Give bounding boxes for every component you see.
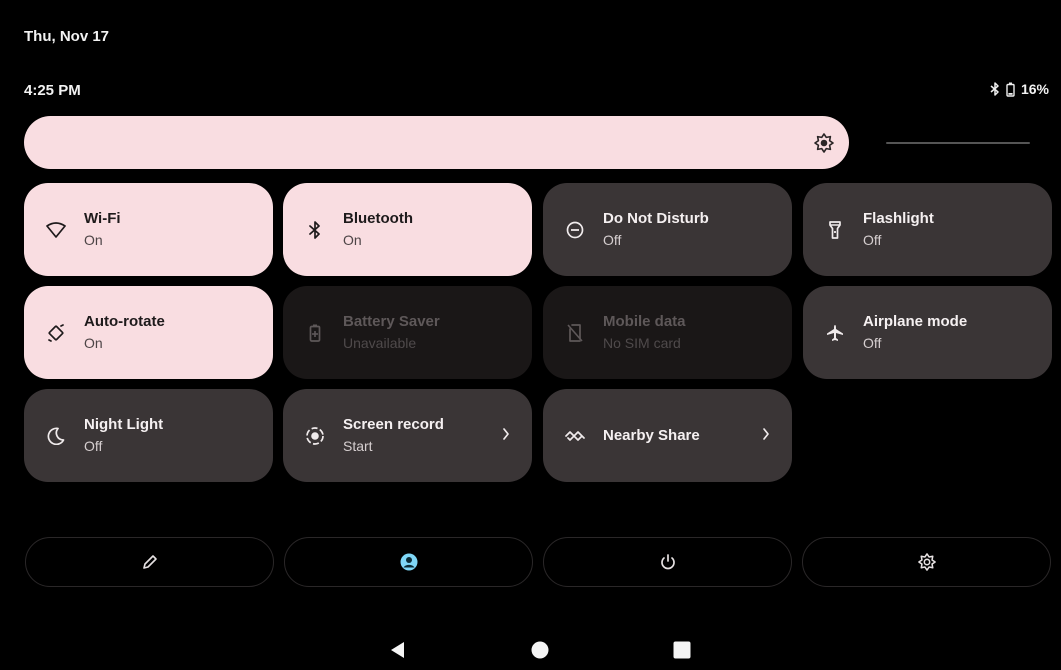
tile-label: Auto-rotate: [84, 313, 165, 330]
tile-screen-record[interactable]: Screen record Start: [283, 389, 532, 482]
settings-icon: [917, 553, 936, 571]
tile-flashlight[interactable]: Flashlight Off: [803, 183, 1052, 276]
power-button[interactable]: [543, 537, 792, 587]
tile-status: Off: [863, 335, 882, 351]
tile-label: Wi-Fi: [84, 210, 121, 227]
brightness-icon: [814, 133, 834, 153]
recents-icon[interactable]: [672, 640, 692, 660]
tile-label: Flashlight: [863, 210, 934, 227]
tile-label: Airplane mode: [863, 313, 968, 330]
brightness-slider[interactable]: [24, 116, 849, 169]
tile-label: Nearby Share: [603, 427, 700, 444]
bluetooth-icon: [305, 220, 325, 240]
tile-label: Do Not Disturb: [603, 210, 709, 227]
tile-status: Off: [863, 232, 882, 248]
clock: 4:25 PM: [24, 82, 81, 99]
tile-do-not-disturb[interactable]: Do Not Disturb Off: [543, 183, 792, 276]
tile-airplane-mode[interactable]: Airplane mode Off: [803, 286, 1052, 379]
date-label: Thu, Nov 17: [24, 28, 110, 45]
auto-rotate-icon: [46, 323, 66, 343]
no-sim-icon: [565, 323, 585, 343]
bluetooth-icon: [990, 82, 1000, 96]
edit-button[interactable]: [25, 537, 274, 587]
tile-night-light[interactable]: Night Light Off: [24, 389, 273, 482]
brightness-track[interactable]: [886, 142, 1030, 144]
user-button[interactable]: [284, 537, 533, 587]
home-icon[interactable]: [530, 640, 550, 660]
tile-status: Off: [603, 232, 622, 248]
edit-icon: [142, 555, 157, 569]
tile-status: No SIM card: [603, 335, 681, 351]
tile-auto-rotate[interactable]: Auto-rotate On: [24, 286, 273, 379]
tile-mobile-data: Mobile data No SIM card: [543, 286, 792, 379]
tile-wi-fi[interactable]: Wi-Fi On: [24, 183, 273, 276]
tile-label: Battery Saver: [343, 313, 440, 330]
settings-button[interactable]: [802, 537, 1051, 587]
wifi-icon: [46, 220, 66, 240]
tile-label: Night Light: [84, 416, 164, 433]
tile-status: Start: [343, 438, 373, 454]
back-icon[interactable]: [388, 640, 406, 660]
tile-label: Mobile data: [603, 313, 686, 330]
flashlight-icon: [825, 220, 845, 240]
chevron-right-icon: [762, 427, 770, 446]
battery-saver-icon: [305, 323, 325, 343]
tile-status: On: [343, 232, 362, 248]
tile-label: Bluetooth: [343, 210, 413, 227]
tile-status: On: [84, 335, 103, 351]
nearby-share-icon: [565, 426, 585, 446]
tile-battery-saver: Battery Saver Unavailable: [283, 286, 532, 379]
moon-icon: [46, 426, 66, 446]
airplane-icon: [825, 323, 845, 343]
tile-status: On: [84, 232, 103, 248]
screen-record-icon: [305, 426, 325, 446]
power-icon: [660, 554, 675, 570]
tile-nearby-share[interactable]: Nearby Share: [543, 389, 792, 482]
tile-status: Off: [84, 438, 103, 454]
tile-status: Unavailable: [343, 335, 417, 351]
battery-percent: 16%: [1020, 81, 1049, 97]
user-icon: [400, 553, 417, 571]
do-not-disturb-icon: [565, 220, 585, 240]
chevron-right-icon: [502, 427, 510, 446]
status-bar: 16%: [990, 80, 1049, 98]
tile-label: Screen record: [343, 416, 444, 433]
battery-icon: [1006, 82, 1015, 97]
tile-bluetooth[interactable]: Bluetooth On: [283, 183, 532, 276]
